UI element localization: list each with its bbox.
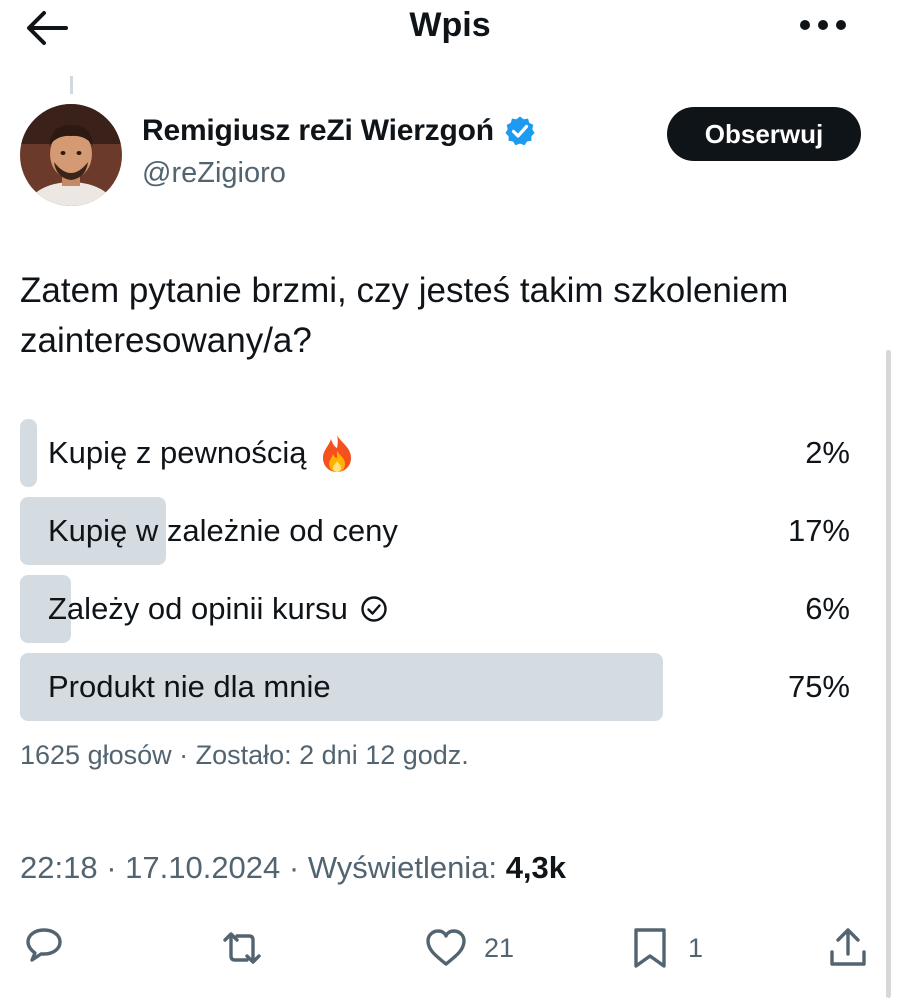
tweet-text: Zatem pytanie brzmi, czy jesteś takim sz… xyxy=(20,271,789,360)
top-bar: Wpis xyxy=(0,0,900,60)
bookmark-count: 1 xyxy=(688,932,704,963)
bookmark-icon xyxy=(634,928,666,968)
poll-option[interactable]: Zależy od opinii kursu 6% xyxy=(20,575,860,643)
poll-option-percent: 6% xyxy=(805,591,850,626)
reply-button[interactable] xyxy=(22,920,66,976)
poll-option[interactable]: Kupię w zależnie od ceny 17% xyxy=(20,497,860,565)
fire-emoji-icon xyxy=(322,435,351,472)
poll-option-percent: 17% xyxy=(787,513,850,548)
retweet-button[interactable] xyxy=(220,920,264,976)
author-name[interactable]: Remigiusz reZi Wierzgoń xyxy=(142,114,494,148)
author-handle[interactable]: @reZigioro xyxy=(142,157,286,190)
poll-option[interactable]: Kupię z pewnością 2% xyxy=(20,419,860,487)
heart-icon xyxy=(426,929,466,966)
poll-option-label: Zależy od opinii kursu xyxy=(48,591,348,626)
author-name-row[interactable]: Remigiusz reZi Wierzgoń xyxy=(142,114,536,148)
avatar[interactable] xyxy=(20,104,122,206)
views-count: 4,3k xyxy=(505,850,567,885)
page-title: Wpis xyxy=(409,6,491,44)
like-count: 21 xyxy=(484,932,515,963)
action-bar: 21 1 xyxy=(0,920,900,980)
retweet-icon xyxy=(223,932,261,964)
avatar-image xyxy=(20,104,122,206)
tweet-meta: 22:18 · 17.10.2024 · Wyświetlenia: 4,3k xyxy=(20,850,566,886)
poll-option-label: Kupię w zależnie od ceny xyxy=(48,513,398,548)
poll: Kupię z pewnością 2% Kupię w zależnie od… xyxy=(20,419,860,731)
poll-option-bar xyxy=(20,419,37,487)
poll-option-percent: 75% xyxy=(787,669,850,704)
tweet-timestamp[interactable]: 22:18 · 17.10.2024 · Wyświetlenia: xyxy=(20,850,497,885)
poll-option-label: Kupię z pewnością xyxy=(48,435,307,470)
poll-option-label: Produkt nie dla mnie xyxy=(48,669,331,704)
thread-line xyxy=(70,76,73,94)
more-options-button[interactable] xyxy=(798,10,848,40)
poll-meta: 1625 głosów · Zostało: 2 dni 12 godz. xyxy=(20,740,469,770)
poll-option-percent: 2% xyxy=(805,435,850,470)
reply-icon xyxy=(26,928,62,962)
share-icon xyxy=(830,928,866,966)
follow-button[interactable]: Obserwuj xyxy=(667,107,861,161)
verified-badge-icon xyxy=(505,116,535,146)
share-button[interactable] xyxy=(826,920,870,976)
more-horizontal-icon xyxy=(800,20,846,30)
poll-option[interactable]: Produkt nie dla mnie 75% xyxy=(20,653,860,721)
like-button[interactable]: 21 xyxy=(424,920,514,976)
check-circle-icon xyxy=(361,596,387,622)
bookmark-button[interactable]: 1 xyxy=(628,920,703,976)
scrollbar[interactable] xyxy=(886,350,891,998)
